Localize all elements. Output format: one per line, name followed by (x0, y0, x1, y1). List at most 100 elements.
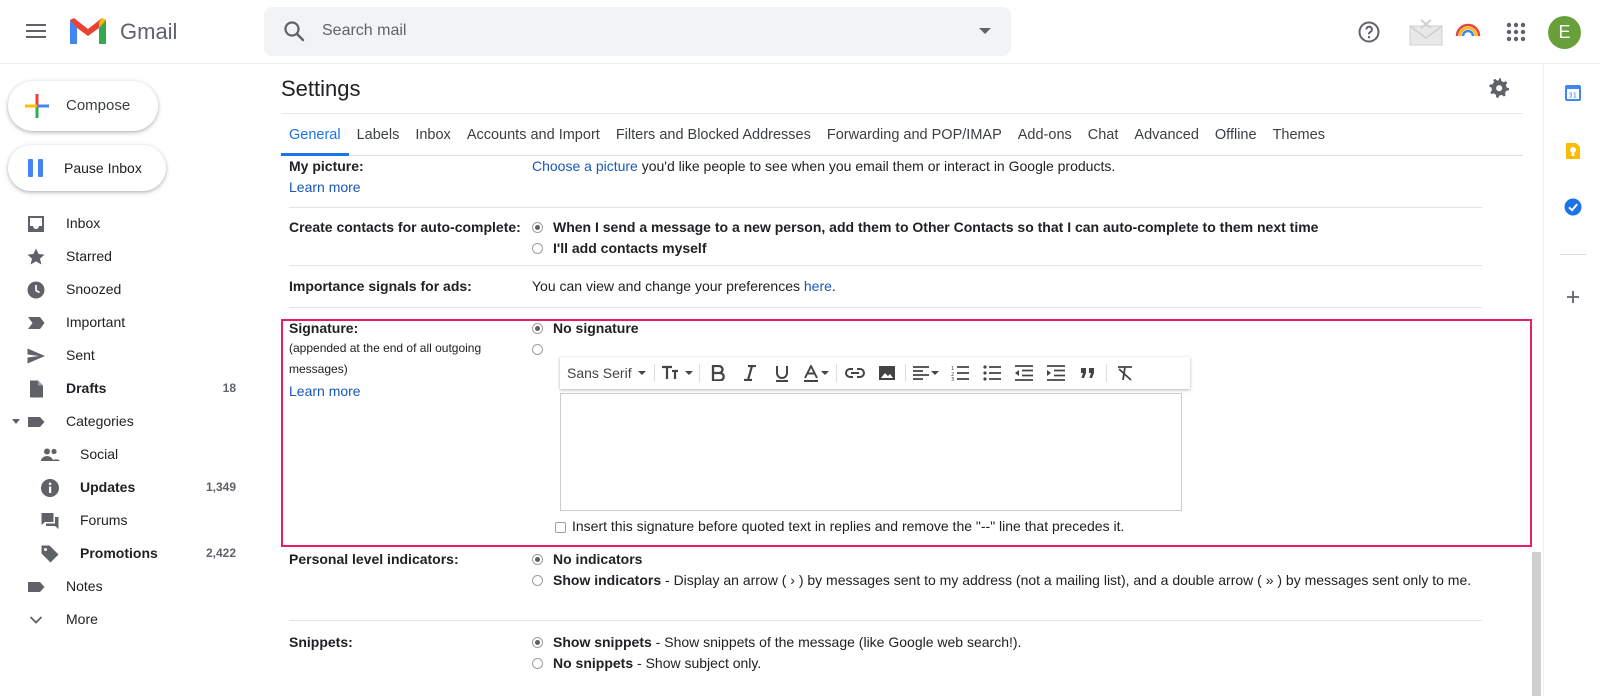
picture-description: you'd like people to see when you email … (637, 158, 1116, 174)
indicators-option-none[interactable]: No indicators (532, 549, 1492, 570)
search-bar[interactable] (264, 7, 1011, 56)
option-title: Show snippets (553, 634, 652, 650)
option-text: - Show subject only. (633, 655, 762, 671)
tab-add-ons[interactable]: Add-ons (1010, 114, 1080, 156)
svg-text:31: 31 (1568, 92, 1577, 100)
caret-down-icon[interactable] (12, 419, 20, 424)
indicators-option-show[interactable]: Show indicators - Display an arrow ( › )… (532, 570, 1492, 591)
tab-accounts-and-import[interactable]: Accounts and Import (459, 114, 608, 156)
option-text: I'll add contacts myself (553, 240, 707, 256)
keep-icon[interactable] (1564, 142, 1582, 160)
sidebar-item-label: Snoozed (66, 281, 122, 297)
auto-complete-option-add[interactable]: When I send a message to a new person, a… (532, 217, 1492, 238)
main-menu-button[interactable] (24, 20, 48, 44)
setting-row-my-picture: My picture: Learn more Choose a picture … (289, 156, 1482, 208)
auto-complete-option-manual[interactable]: I'll add contacts myself (532, 238, 1492, 259)
sidebar-item-label: Promotions (80, 545, 158, 561)
compose-button[interactable]: Compose (8, 81, 158, 131)
sidebar-item-inbox[interactable]: Inbox (0, 207, 250, 240)
search-options-chevron-icon[interactable] (979, 28, 991, 34)
importance-text: You can view and change your preferences (532, 278, 804, 294)
snippets-option-show[interactable]: Show snippets - Show snippets of the mes… (532, 632, 1492, 653)
gmail-logo[interactable] (68, 16, 108, 46)
sidebar-item-drafts[interactable]: Drafts 18 (0, 372, 250, 405)
radio-unselected[interactable] (532, 575, 543, 586)
tasks-icon[interactable] (1564, 198, 1582, 216)
radio-selected[interactable] (532, 554, 543, 565)
search-icon[interactable] (282, 19, 306, 43)
learn-more-link[interactable]: Learn more (289, 176, 529, 198)
sidebar-item-notes[interactable]: Notes (0, 570, 250, 603)
sidebar-item-snoozed[interactable]: Snoozed (0, 273, 250, 306)
tab-filters-and-blocked-addresses[interactable]: Filters and Blocked Addresses (608, 114, 819, 156)
sidebar-item-important[interactable]: Important (0, 306, 250, 339)
setting-value: When I send a message to a new person, a… (532, 217, 1492, 259)
sidebar-item-label: Inbox (66, 215, 101, 231)
sidebar-item-promotions[interactable]: Promotions 2,422 (0, 537, 250, 570)
importance-here-link[interactable]: here (804, 278, 832, 294)
scrollbar-thumb[interactable] (1532, 552, 1541, 696)
sidebar-item-sent[interactable]: Sent (0, 339, 250, 372)
setting-value: No indicators Show indicators - Display … (532, 549, 1492, 591)
sidebar-item-count: 2,422 (205, 546, 236, 560)
sidebar-item-label: Categories (66, 413, 134, 429)
sidebar-item-social[interactable]: Social (0, 438, 250, 471)
tab-inbox[interactable]: Inbox (407, 114, 458, 156)
tab-general[interactable]: General (281, 114, 349, 156)
account-avatar[interactable]: E (1548, 16, 1581, 49)
sidebar-item-categories[interactable]: Categories (0, 405, 250, 438)
sidebar-item-more[interactable]: More (0, 603, 250, 636)
radio-unselected[interactable] (532, 658, 543, 669)
sidebar-item-updates[interactable]: Updates 1,349 (0, 471, 250, 504)
pause-inbox-button[interactable]: Pause Inbox (8, 145, 166, 191)
rail-divider (1560, 254, 1586, 255)
sidebar-item-label: Starred (66, 248, 112, 264)
sidebar-item-label: Sent (66, 347, 95, 363)
sidebar-item-count: 1,349 (205, 480, 236, 494)
tab-advanced[interactable]: Advanced (1126, 114, 1207, 156)
setting-value: Choose a picture you'd like people to se… (532, 156, 1492, 177)
sidebar-nav: Inbox Starred Snoozed Important Sent Dra… (0, 207, 250, 636)
people-icon (41, 448, 60, 461)
star-icon (27, 248, 45, 265)
add-addon-plus-icon[interactable] (1564, 288, 1582, 306)
apps-grid-icon[interactable] (1504, 20, 1528, 44)
top-bar: Gmail E (0, 0, 1600, 64)
info-icon (41, 479, 59, 497)
rainbow-icon[interactable] (1455, 22, 1481, 38)
app-name: Gmail (120, 19, 178, 44)
tab-labels[interactable]: Labels (349, 114, 408, 156)
setting-row-personal-indicators: Personal level indicators: No indicators… (289, 546, 1482, 621)
choose-picture-link[interactable]: Choose a picture (532, 158, 638, 174)
option-text: - Show snippets of the message (like Goo… (651, 634, 1022, 650)
tab-chat[interactable]: Chat (1080, 114, 1127, 156)
radio-selected[interactable] (532, 222, 543, 233)
label-icon (28, 417, 45, 427)
radio-unselected[interactable] (532, 243, 543, 254)
setting-label: Importance signals for ads: (289, 278, 472, 294)
sidebar-item-label: Drafts (66, 380, 107, 396)
envelope-badge-icon[interactable] (1409, 18, 1443, 46)
sidebar-item-starred[interactable]: Starred (0, 240, 250, 273)
setting-label-text: My picture: (289, 158, 364, 174)
setting-label: My picture: Learn more (289, 156, 529, 198)
setting-row-snippets: Snippets: Show snippets - Show snippets … (289, 621, 1482, 691)
tab-forwarding-and-pop-imap[interactable]: Forwarding and POP/IMAP (819, 114, 1010, 156)
clock-icon (27, 281, 45, 299)
calendar-icon[interactable]: 31 (1564, 84, 1582, 102)
radio-selected[interactable] (532, 637, 543, 648)
page-title: Settings (281, 76, 361, 101)
inbox-icon (28, 216, 44, 232)
search-input[interactable] (322, 17, 922, 45)
gear-icon[interactable] (1488, 77, 1510, 99)
help-icon[interactable] (1357, 20, 1381, 44)
snippets-option-none[interactable]: No snippets - Show subject only. (532, 653, 1492, 674)
tab-themes[interactable]: Themes (1265, 114, 1333, 156)
label-icon (28, 582, 45, 592)
tab-offline[interactable]: Offline (1207, 114, 1265, 156)
tag-icon (41, 545, 59, 563)
sidebar-item-label: Notes (66, 578, 103, 594)
sidebar-item-forums[interactable]: Forums (0, 504, 250, 537)
option-text: No indicators (553, 551, 643, 567)
chevron-down-icon (29, 616, 43, 624)
